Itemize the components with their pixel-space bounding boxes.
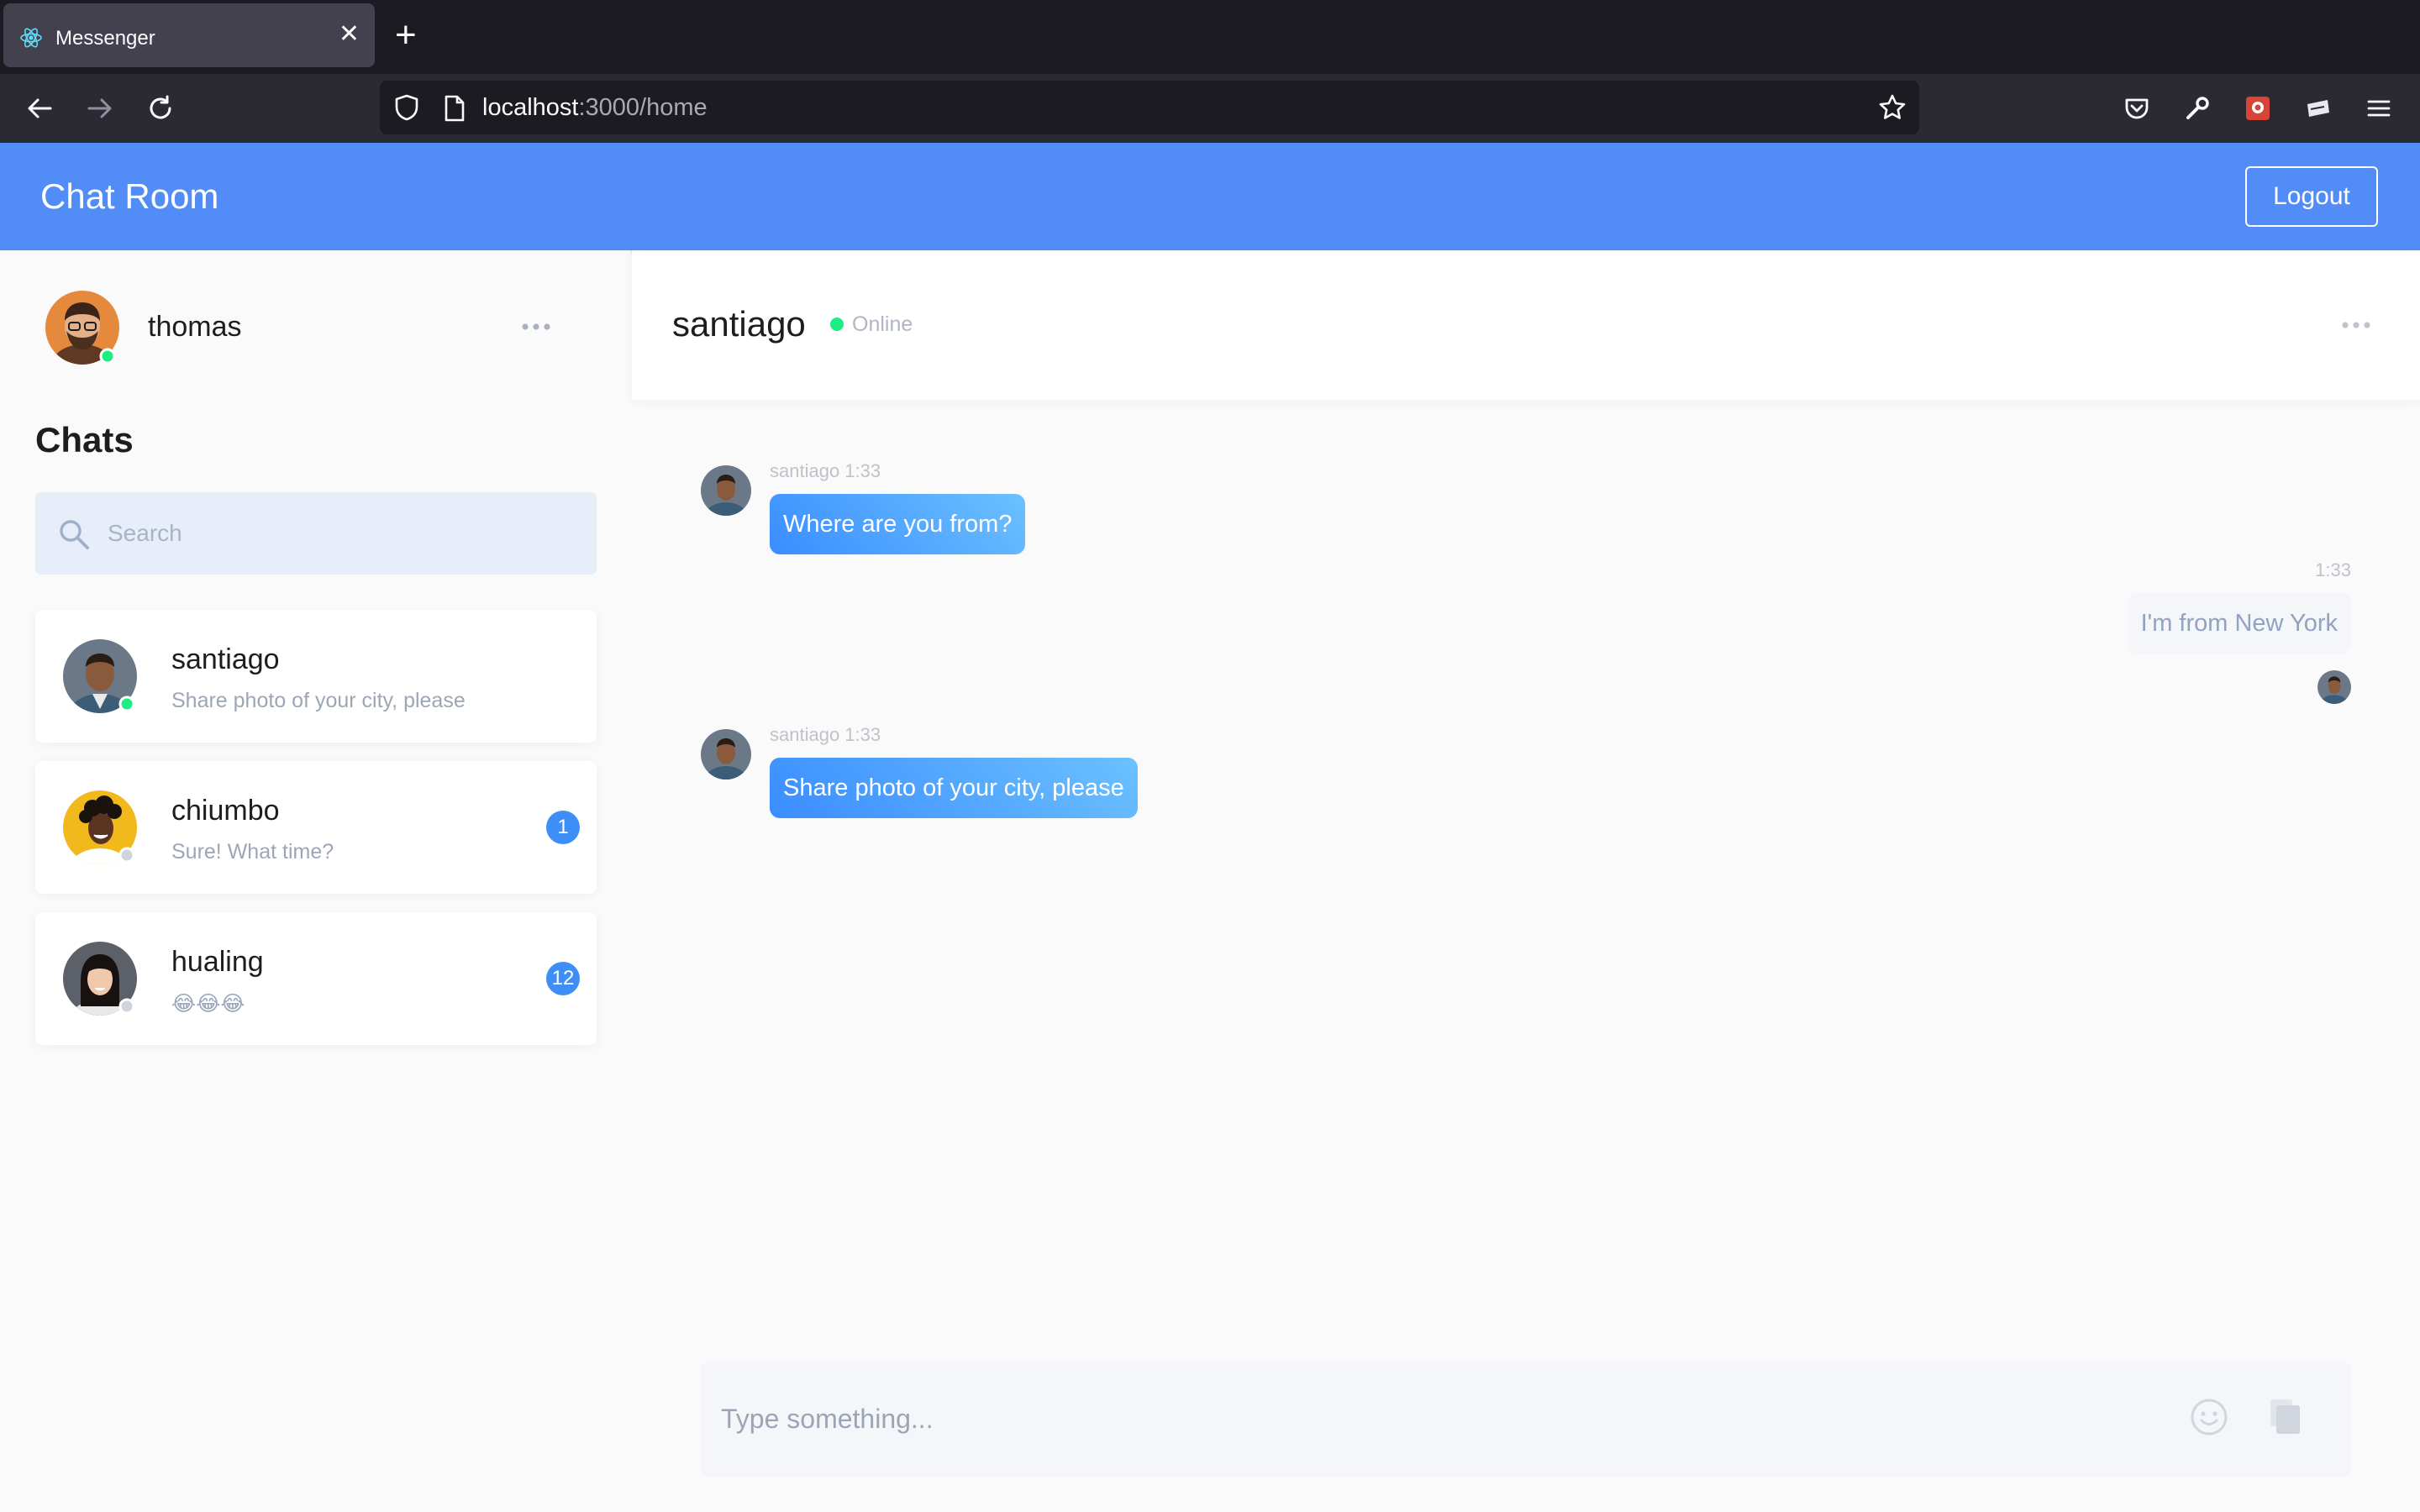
chat-header: santiago Online	[632, 250, 2420, 400]
more-options-icon[interactable]	[521, 323, 551, 331]
search-icon	[60, 520, 89, 549]
read-receipt-avatar	[2317, 670, 2351, 704]
reload-icon[interactable]	[141, 89, 180, 128]
menu-icon[interactable]	[2360, 89, 2398, 128]
conversation-preview: Share photo of your city, please	[171, 689, 466, 712]
online-status: Online	[852, 312, 913, 336]
message-composer	[701, 1361, 2351, 1477]
avatar	[63, 942, 137, 1016]
conversation-name: santiago	[171, 643, 280, 675]
url-text[interactable]: localhost:3000/home	[482, 94, 708, 122]
sidebar: thomas Chats santiago Share photo of you…	[0, 250, 630, 1512]
user-avatar[interactable]	[44, 289, 121, 366]
chat-partner-name: santiago	[672, 304, 806, 344]
tab-title: Messenger	[55, 27, 155, 50]
close-tab-icon[interactable]: ✕	[339, 22, 360, 47]
wrench-icon[interactable]	[2178, 89, 2217, 128]
browser-nav-bar: localhost:3000/home	[0, 74, 2420, 143]
avatar	[701, 465, 751, 516]
browser-tab[interactable]: Messenger ✕	[3, 3, 375, 67]
chats-title: Chats	[35, 420, 134, 459]
attach-file-icon[interactable]	[2265, 1396, 2307, 1438]
avatar	[63, 639, 137, 713]
outgoing-message: I'm from New York	[2127, 593, 2351, 654]
url-bar[interactable]: localhost:3000/home	[380, 81, 1919, 134]
shield-icon[interactable]	[392, 92, 422, 123]
conversation-preview: 😂😂😂	[171, 992, 245, 1016]
forward-icon[interactable]	[81, 89, 119, 128]
app-title: Chat Room	[40, 176, 219, 216]
conversation-item-chiumbo[interactable]: chiumbo Sure! What time? 1	[35, 761, 597, 894]
react-icon	[20, 28, 42, 48]
page-icon	[445, 95, 465, 122]
back-icon[interactable]	[20, 89, 59, 128]
app-header: Chat Room Logout	[0, 143, 2420, 250]
search-box[interactable]	[35, 492, 597, 575]
browser-tab-bar: Messenger ✕ +	[0, 0, 2420, 74]
conversation-name: hualing	[171, 946, 264, 978]
message-meta: 1:33	[2315, 559, 2351, 580]
conversation-item-hualing[interactable]: hualing 😂😂😂 12	[35, 912, 597, 1045]
incoming-message: Share photo of your city, please	[770, 758, 1138, 818]
username: thomas	[148, 311, 242, 343]
message-meta: santiago 1:33	[770, 460, 881, 481]
avatar	[701, 729, 751, 780]
unread-badge: 12	[546, 962, 580, 995]
unread-badge: 1	[546, 811, 580, 844]
logout-button[interactable]: Logout	[2245, 166, 2378, 227]
more-options-icon[interactable]	[2341, 321, 2371, 329]
conversation-item-santiago[interactable]: santiago Share photo of your city, pleas…	[35, 610, 597, 743]
online-indicator	[830, 318, 844, 331]
extension-icon[interactable]	[2238, 89, 2277, 128]
message-meta: santiago 1:33	[770, 724, 881, 745]
conversation-name: chiumbo	[171, 795, 280, 827]
avatar	[63, 790, 137, 864]
pocket-icon[interactable]	[2118, 89, 2156, 128]
incoming-message: Where are you from?	[770, 494, 1026, 554]
bookmark-star-icon[interactable]	[1877, 92, 1907, 123]
message-input[interactable]	[721, 1398, 2149, 1440]
extension-card-icon[interactable]	[2299, 89, 2338, 128]
search-input[interactable]	[108, 516, 578, 551]
emoji-icon[interactable]	[2188, 1396, 2230, 1438]
new-tab-icon[interactable]: +	[395, 17, 417, 54]
conversation-preview: Sure! What time?	[171, 840, 334, 864]
